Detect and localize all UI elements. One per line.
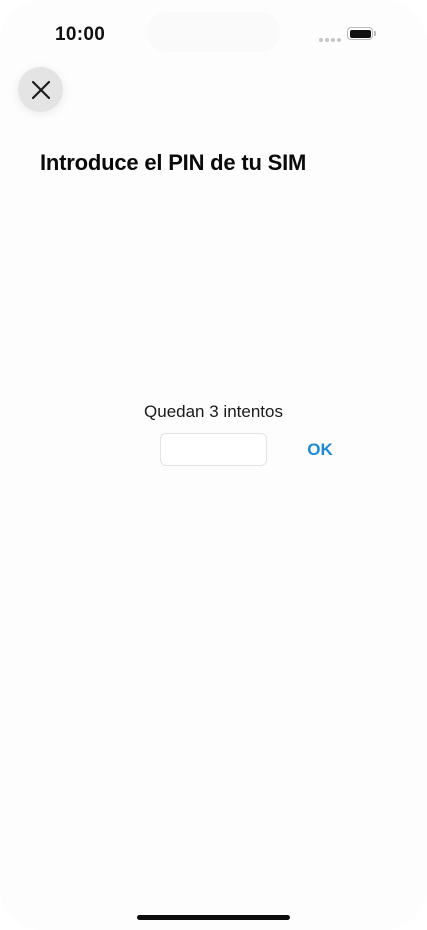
pin-input[interactable] [160, 433, 267, 466]
status-time: 10:00 [55, 24, 106, 45]
battery-icon [347, 27, 373, 40]
page-title: Introduce el PIN de tu SIM [40, 150, 307, 175]
status-bar: 10:00 [0, 0, 427, 60]
signal-icon [319, 38, 341, 42]
home-indicator[interactable] [137, 915, 290, 920]
close-icon [31, 80, 51, 100]
ok-button[interactable]: OK [300, 438, 340, 462]
dynamic-island [147, 12, 280, 52]
battery-cap [374, 31, 376, 36]
attempts-remaining-text: Quedan 3 intentos [144, 402, 283, 421]
close-button[interactable] [18, 67, 63, 112]
sim-pin-screen: 10:00 Introduce el PIN de tu SIM Quedan … [0, 0, 427, 930]
